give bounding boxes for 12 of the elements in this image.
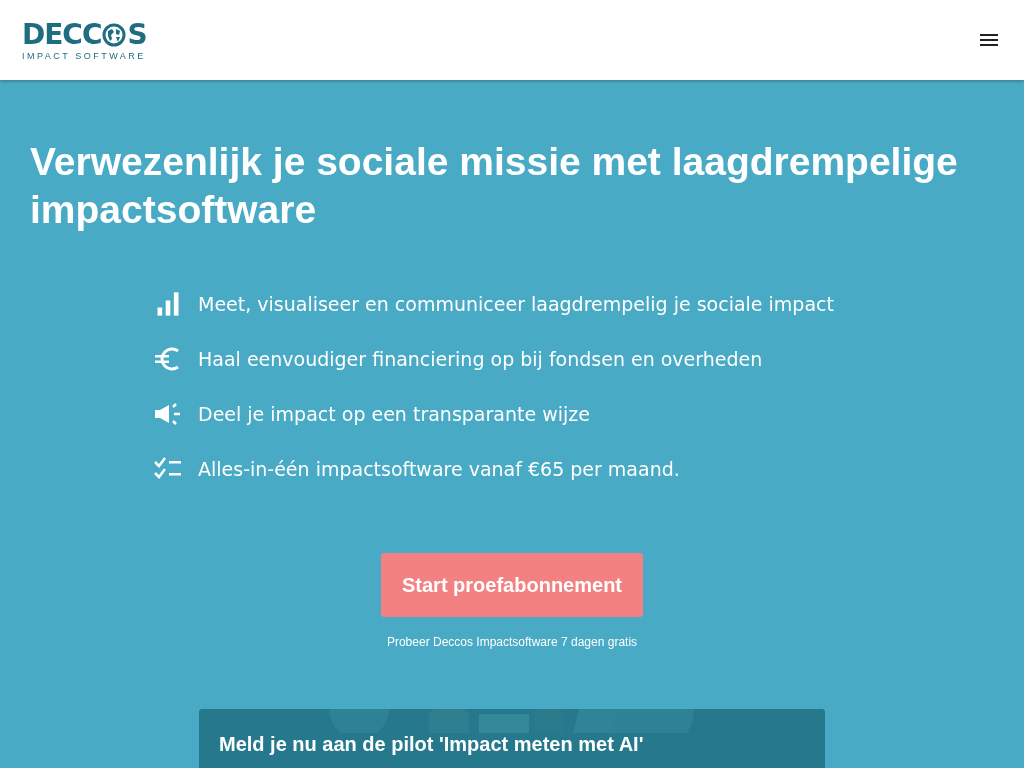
card-title: Meld je nu aan de pilot 'Impact meten met AI' xyxy=(219,733,644,756)
feature-text: Alles-in-één impactsoftware vanaf €65 per maand. xyxy=(198,458,680,480)
hero-title: Verwezenlijk je sociale missie met laagdrempelige impactsoftware xyxy=(30,139,959,233)
logo-tagline: IMPACT SOFTWARE xyxy=(22,50,146,61)
feature-text: Haal eenvoudiger financiering op bij fondsen en overheden xyxy=(198,348,763,370)
feature-text: Meet, visualiseer en communiceer laagdrempelig je sociale impact xyxy=(198,293,834,315)
start-trial-button[interactable]: Start proefabonnement xyxy=(381,553,643,617)
logo-wordmark: DECC xyxy=(22,19,102,50)
globe-icon xyxy=(102,22,127,47)
logo-wordmark: S xyxy=(127,19,147,50)
trial-note: Probeer Deccos Impactsoftware 7 dagen gratis xyxy=(386,635,638,649)
feature-text: Deel je impact op een transparante wijze xyxy=(198,403,590,425)
